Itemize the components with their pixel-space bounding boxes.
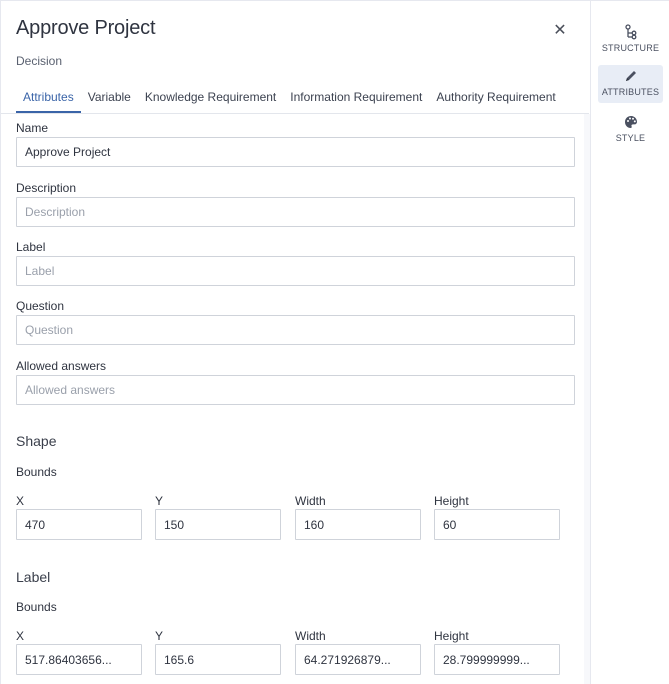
question-field-group: Question bbox=[16, 298, 575, 345]
label-section-title: Label bbox=[16, 569, 51, 585]
label-y-input[interactable] bbox=[155, 644, 281, 675]
shape-x-group: X bbox=[16, 493, 142, 540]
shape-y-group: Y bbox=[155, 493, 281, 540]
label-y-label: Y bbox=[155, 629, 164, 643]
right-sidebar: STRUCTURE ATTRIBUTES STYLE bbox=[590, 0, 669, 684]
shape-width-input[interactable] bbox=[295, 509, 421, 540]
tab-authority-requirement[interactable]: Authority Requirement bbox=[429, 85, 562, 113]
label-x-label: X bbox=[16, 629, 25, 643]
label-height-input[interactable] bbox=[434, 644, 560, 675]
shape-section-title: Shape bbox=[16, 433, 57, 449]
label-label: Label bbox=[16, 240, 46, 254]
tab-attributes[interactable]: Attributes bbox=[16, 85, 81, 113]
label-field-group: Label bbox=[16, 239, 575, 286]
label-width-group: Width bbox=[295, 628, 421, 675]
sidebar-label-attributes: ATTRIBUTES bbox=[601, 87, 660, 97]
sidebar-item-structure[interactable]: STRUCTURE bbox=[598, 21, 663, 59]
label-height-label: Height bbox=[434, 629, 469, 643]
shape-y-input[interactable] bbox=[155, 509, 281, 540]
label-width-label: Width bbox=[295, 629, 326, 643]
pencil-icon bbox=[598, 68, 663, 86]
question-input[interactable] bbox=[16, 315, 575, 345]
allowed-answers-input[interactable] bbox=[16, 375, 575, 405]
shape-y-label: Y bbox=[155, 494, 164, 508]
tab-knowledge-requirement[interactable]: Knowledge Requirement bbox=[138, 85, 283, 113]
shape-height-label: Height bbox=[434, 494, 469, 508]
palette-icon bbox=[598, 114, 663, 132]
element-type: Decision bbox=[16, 54, 63, 68]
shape-height-input[interactable] bbox=[434, 509, 560, 540]
tabs-divider bbox=[1, 113, 589, 114]
label-x-group: X bbox=[16, 628, 142, 675]
shape-height-group: Height bbox=[434, 493, 560, 540]
shape-x-input[interactable] bbox=[16, 509, 142, 540]
sidebar-label-structure: STRUCTURE bbox=[601, 43, 660, 53]
description-input[interactable] bbox=[16, 197, 575, 227]
name-input[interactable] bbox=[16, 137, 575, 167]
shape-bounds-title: Bounds bbox=[16, 465, 57, 479]
structure-icon bbox=[598, 24, 663, 42]
description-label: Description bbox=[16, 181, 77, 195]
name-label: Name bbox=[16, 121, 49, 135]
description-field-group: Description bbox=[16, 180, 575, 227]
sidebar-item-attributes[interactable]: ATTRIBUTES bbox=[598, 65, 663, 103]
label-bounds-row: X Y Width Height bbox=[16, 628, 576, 676]
label-bounds-title: Bounds bbox=[16, 600, 57, 614]
shape-width-label: Width bbox=[295, 494, 326, 508]
allowed-answers-field-group: Allowed answers bbox=[16, 358, 575, 405]
tab-variable[interactable]: Variable bbox=[81, 85, 138, 113]
allowed-answers-label: Allowed answers bbox=[16, 359, 107, 373]
question-label: Question bbox=[16, 299, 65, 313]
label-height-group: Height bbox=[434, 628, 560, 675]
panel-title: Approve Project bbox=[16, 17, 156, 39]
shape-bounds-row: X Y Width Height bbox=[16, 493, 576, 541]
shape-x-label: X bbox=[16, 494, 25, 508]
label-input[interactable] bbox=[16, 256, 575, 286]
properties-panel: Approve Project ✕ Decision Attributes Va… bbox=[0, 0, 590, 684]
tab-information-requirement[interactable]: Information Requirement bbox=[283, 85, 429, 113]
close-icon[interactable]: ✕ bbox=[552, 23, 568, 39]
label-y-group: Y bbox=[155, 628, 281, 675]
sidebar-label-style: STYLE bbox=[615, 133, 646, 143]
sidebar-item-style[interactable]: STYLE bbox=[598, 111, 663, 149]
shape-width-group: Width bbox=[295, 493, 421, 540]
label-x-input[interactable] bbox=[16, 644, 142, 675]
tab-bar: Attributes Variable Knowledge Requiremen… bbox=[16, 85, 563, 113]
label-width-input[interactable] bbox=[295, 644, 421, 675]
name-field-group: Name bbox=[16, 120, 575, 167]
